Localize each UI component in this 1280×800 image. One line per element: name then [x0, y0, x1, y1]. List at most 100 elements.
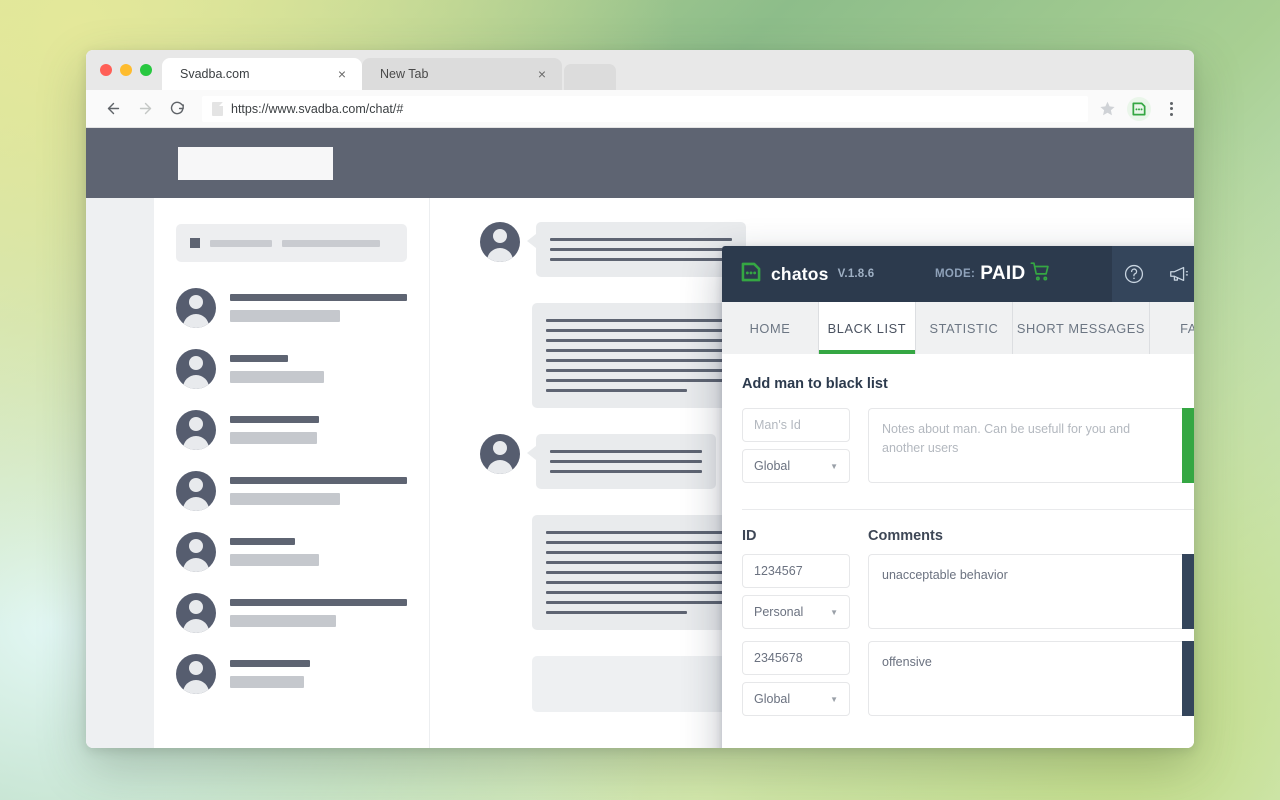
add-scope-select[interactable]: Global ▼: [742, 449, 850, 483]
blacklist-comment-textarea[interactable]: offensive: [868, 641, 1182, 716]
contact-lines: [230, 355, 407, 383]
blacklist-row: 2345678 Global ▼ offensive: [742, 641, 1194, 716]
avatar: [176, 410, 216, 450]
window-traffic-lights: [98, 50, 162, 90]
chevron-down-icon: ▼: [830, 607, 838, 617]
address-bar[interactable]: https://www.svadba.com/chat/#: [202, 95, 1088, 122]
chatos-popup: chatos V.1.8.6 MODE: PAID HOME BLACK LIS…: [722, 246, 1194, 748]
popup-tab-label: SHORT MESSAGES: [1016, 320, 1146, 336]
popup-tab-black-list[interactable]: BLACK LIST: [817, 302, 915, 354]
message-text-line: [546, 611, 688, 614]
mode-indicator: MODE: PAID: [874, 261, 1112, 287]
contact-name-placeholder: [230, 416, 319, 423]
contact-lines: [230, 416, 407, 444]
contact-lines: [230, 477, 407, 505]
popup-tab-short-messages[interactable]: SHORT MESSAGES: [1011, 302, 1149, 354]
browser-toolbar: https://www.svadba.com/chat/#: [86, 90, 1194, 128]
message-bubble: [527, 434, 716, 489]
popup-tab-home[interactable]: HOME: [722, 302, 818, 354]
avatar: [176, 288, 216, 328]
contact-lines: [230, 294, 407, 322]
popup-header-actions: [1112, 246, 1194, 302]
forward-icon[interactable]: [132, 96, 158, 122]
contact-list-item[interactable]: [176, 593, 407, 633]
site-header: [86, 128, 1194, 198]
delete-entry-button[interactable]: [1182, 641, 1194, 716]
popup-tab-bar: HOME BLACK LIST STATISTIC SHORT MESSAGES FAN…: [722, 302, 1194, 354]
add-scope-value: Global: [754, 459, 791, 473]
chatos-extension-icon[interactable]: [1126, 96, 1152, 122]
help-icon[interactable]: [1121, 261, 1147, 287]
browser-window: Svadba.com × New Tab × https://www.svadb…: [86, 50, 1194, 748]
add-to-blacklist-button[interactable]: +: [1182, 408, 1194, 483]
browser-tab-title: Svadba.com: [180, 67, 250, 81]
popup-tab-label: HOME: [749, 320, 791, 336]
blacklist-comment-wrap: unacceptable behavior: [868, 554, 1194, 629]
back-icon[interactable]: [100, 96, 126, 122]
column-header-id: ID: [742, 528, 757, 544]
placeholder-bar: [282, 239, 380, 247]
avatar: [176, 471, 216, 511]
add-section-title: Add man to black list: [742, 376, 888, 392]
contact-name-placeholder: [230, 599, 407, 606]
contact-list-item[interactable]: [176, 471, 407, 511]
contact-list: [176, 288, 407, 694]
message-text-line: [550, 450, 702, 453]
maximize-window-button[interactable]: [140, 64, 152, 76]
blacklist-scope-select[interactable]: Global ▼: [742, 682, 850, 716]
new-tab-button[interactable]: [564, 64, 616, 90]
popup-header: chatos V.1.8.6 MODE: PAID: [722, 246, 1194, 302]
avatar: [176, 532, 216, 572]
message-text-line: [550, 470, 702, 473]
contact-list-item[interactable]: [176, 654, 407, 694]
browser-tab-new-tab[interactable]: New Tab ×: [362, 58, 562, 90]
contact-list-item[interactable]: [176, 349, 407, 389]
delete-entry-button[interactable]: [1182, 554, 1194, 629]
blacklist-id-input[interactable]: 2345678: [742, 641, 850, 675]
contact-lines: [230, 538, 407, 566]
popup-tab-fans[interactable]: FANS: [1149, 302, 1194, 354]
browser-tab-svadba[interactable]: Svadba.com ×: [162, 58, 362, 90]
mans-id-input[interactable]: Man's Id: [742, 408, 850, 442]
browser-tab-title: New Tab: [380, 67, 429, 81]
site-search-input[interactable]: [178, 146, 333, 180]
contact-list-item[interactable]: [176, 410, 407, 450]
chrome-menu-icon[interactable]: [1158, 96, 1184, 122]
blacklist-scope-select[interactable]: Personal ▼: [742, 595, 850, 629]
contact-preview-placeholder: [230, 432, 317, 444]
chatos-logo-icon: [740, 261, 762, 288]
close-window-button[interactable]: [100, 64, 112, 76]
contact-list-item[interactable]: [176, 532, 407, 572]
reload-icon[interactable]: [164, 96, 190, 122]
brand-version: V.1.8.6: [837, 268, 875, 280]
kebab-glyph: [1169, 101, 1173, 116]
popup-tab-label: STATISTIC: [929, 320, 999, 336]
chevron-down-icon: ▼: [830, 694, 838, 704]
contact-list-item[interactable]: [176, 288, 407, 328]
blacklist-scope-value: Personal: [754, 605, 804, 619]
contact-lines: [230, 660, 407, 688]
popup-tab-label: FANS: [1180, 320, 1194, 336]
minimize-window-button[interactable]: [120, 64, 132, 76]
message-text-line: [550, 460, 702, 463]
contact-name-placeholder: [230, 660, 310, 667]
close-tab-icon[interactable]: ×: [534, 66, 550, 82]
contact-preview-placeholder: [230, 310, 340, 322]
message-text-line: [546, 389, 688, 392]
contact-search-box[interactable]: [176, 224, 407, 262]
megaphone-icon[interactable]: [1166, 261, 1192, 287]
close-tab-icon[interactable]: ×: [334, 66, 350, 82]
popup-tab-statistic[interactable]: STATISTIC: [914, 302, 1012, 354]
blacklist-row: 1234567 Personal ▼ unacceptable behavior: [742, 554, 1194, 629]
page-viewport: chatos V.1.8.6 MODE: PAID HOME BLACK LIS…: [86, 128, 1194, 748]
chevron-down-icon: ▼: [830, 461, 838, 471]
browser-tab-strip: Svadba.com × New Tab ×: [86, 50, 1194, 90]
blacklist-comment-textarea[interactable]: unacceptable behavior: [868, 554, 1182, 629]
notes-textarea[interactable]: Notes about man. Can be usefull for you …: [868, 408, 1182, 483]
blacklist-id-input[interactable]: 1234567: [742, 554, 850, 588]
contact-list-panel: [154, 198, 429, 748]
contact-name-placeholder: [230, 538, 296, 545]
popup-tab-label: BLACK LIST: [827, 320, 907, 336]
bookmark-star-icon[interactable]: [1094, 96, 1120, 122]
shopping-cart-icon[interactable]: [1030, 261, 1051, 287]
